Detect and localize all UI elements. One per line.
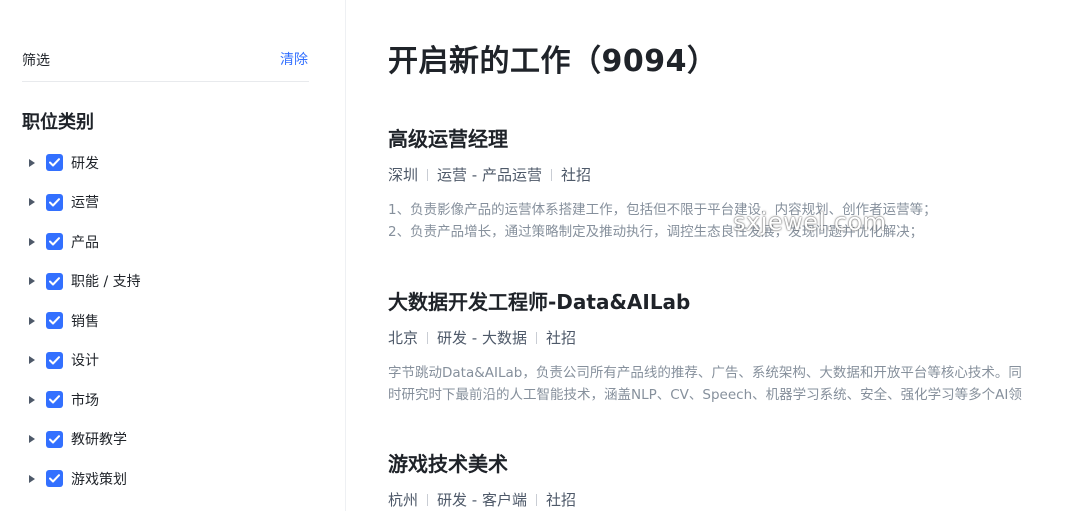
category-checkbox[interactable] [46, 154, 63, 172]
category-item-design[interactable]: 设计 [22, 341, 322, 381]
job-title[interactable]: 大数据开发工程师-Data&AILab [388, 286, 1080, 315]
category-checkbox[interactable] [46, 233, 63, 251]
category-item-rd[interactable]: 研发 [22, 143, 322, 183]
job-category: 研发 - 大数据 [437, 329, 527, 347]
expand-caret-icon[interactable] [22, 237, 44, 246]
category-checkbox[interactable] [46, 391, 63, 409]
meta-divider [427, 331, 429, 344]
category-label: 教研教学 [71, 432, 127, 449]
category-item-teaching[interactable]: 教研教学 [22, 420, 322, 460]
meta-divider [535, 331, 537, 344]
expand-caret-icon[interactable] [22, 435, 44, 444]
category-item-sales[interactable]: 销售 [22, 301, 322, 341]
category-label: 销售 [71, 313, 99, 330]
category-item-operations[interactable]: 运营 [22, 183, 322, 223]
category-label: 运营 [71, 195, 99, 212]
filter-sidebar: 筛选 清除 职位类别 研发 运营 产品 职能 / 支持 销售 设计 市场 教研教… [0, 0, 346, 511]
job-location: 深圳 [388, 166, 419, 184]
job-type: 社招 [560, 166, 591, 184]
job-meta: 北京 研发 - 大数据 社招 [388, 327, 1080, 348]
expand-caret-icon[interactable] [22, 356, 44, 365]
job-card-game-tech-artist[interactable]: 游戏技术美术 杭州 研发 - 客户端 社招 [388, 448, 1080, 510]
job-location: 杭州 [388, 491, 419, 509]
job-title[interactable]: 游戏技术美术 [388, 448, 1080, 477]
expand-caret-icon[interactable] [22, 395, 44, 404]
category-checkbox[interactable] [46, 193, 63, 211]
category-checkbox[interactable] [46, 312, 63, 330]
job-type: 社招 [545, 491, 576, 509]
clear-filter-button[interactable]: 清除 [280, 49, 308, 69]
category-label: 研发 [71, 155, 99, 172]
category-checkbox[interactable] [46, 470, 63, 488]
job-meta: 杭州 研发 - 客户端 社招 [388, 489, 1080, 510]
job-card-big-data-engineer[interactable]: 大数据开发工程师-Data&AILab 北京 研发 - 大数据 社招 字节跳动D… [388, 286, 1080, 406]
job-meta: 深圳 运营 - 产品运营 社招 [388, 164, 1080, 185]
category-label: 市场 [71, 392, 99, 409]
category-item-game-planning[interactable]: 游戏策划 [22, 459, 322, 499]
job-category: 运营 - 产品运营 [437, 166, 542, 184]
job-description-line: 字节跳动Data&AILab，负责公司所有产品线的推荐、广告、系统架构、大数据和… [388, 365, 1022, 381]
job-title[interactable]: 高级运营经理 [388, 123, 1080, 152]
job-type: 社招 [545, 329, 576, 347]
category-item-support[interactable]: 职能 / 支持 [22, 262, 322, 302]
page: 筛选 清除 职位类别 研发 运营 产品 职能 / 支持 销售 设计 市场 教研教… [0, 0, 1080, 511]
category-checkbox[interactable] [46, 272, 63, 290]
category-section-title: 职位类别 [22, 112, 94, 133]
expand-caret-icon[interactable] [22, 474, 44, 483]
category-list: 研发 运营 产品 职能 / 支持 销售 设计 市场 教研教学 游戏策划 [22, 143, 322, 499]
page-title: 开启新的工作（9094） [388, 44, 718, 79]
job-category: 研发 - 客户端 [437, 491, 527, 509]
expand-caret-icon[interactable] [22, 316, 44, 325]
expand-caret-icon[interactable] [22, 277, 44, 286]
category-label: 职能 / 支持 [71, 274, 141, 291]
job-location: 北京 [388, 329, 419, 347]
job-description: 字节跳动Data&AILab，负责公司所有产品线的推荐、广告、系统架构、大数据和… [388, 362, 1080, 406]
meta-divider [550, 168, 552, 181]
category-label: 游戏策划 [71, 471, 127, 488]
meta-divider [535, 493, 537, 506]
meta-divider [427, 168, 429, 181]
filter-title: 筛选 [22, 53, 50, 69]
job-description-line: 时研究时下最前沿的人工智能技术，涵盖NLP、CV、Speech、机器学习系统、安… [388, 387, 1022, 403]
filter-header: 筛选 清除 [22, 44, 309, 82]
category-label: 产品 [71, 234, 99, 251]
category-label: 设计 [71, 353, 99, 370]
expand-caret-icon[interactable] [22, 158, 44, 167]
watermark: sxjewel.com [733, 208, 887, 236]
category-checkbox[interactable] [46, 430, 63, 448]
meta-divider [427, 493, 429, 506]
expand-caret-icon[interactable] [22, 198, 44, 207]
category-checkbox[interactable] [46, 351, 63, 369]
category-item-marketing[interactable]: 市场 [22, 380, 322, 420]
job-list-main: 开启新的工作（9094） 高级运营经理 深圳 运营 - 产品运营 社招 1、负责… [388, 0, 1080, 511]
category-item-product[interactable]: 产品 [22, 222, 322, 262]
